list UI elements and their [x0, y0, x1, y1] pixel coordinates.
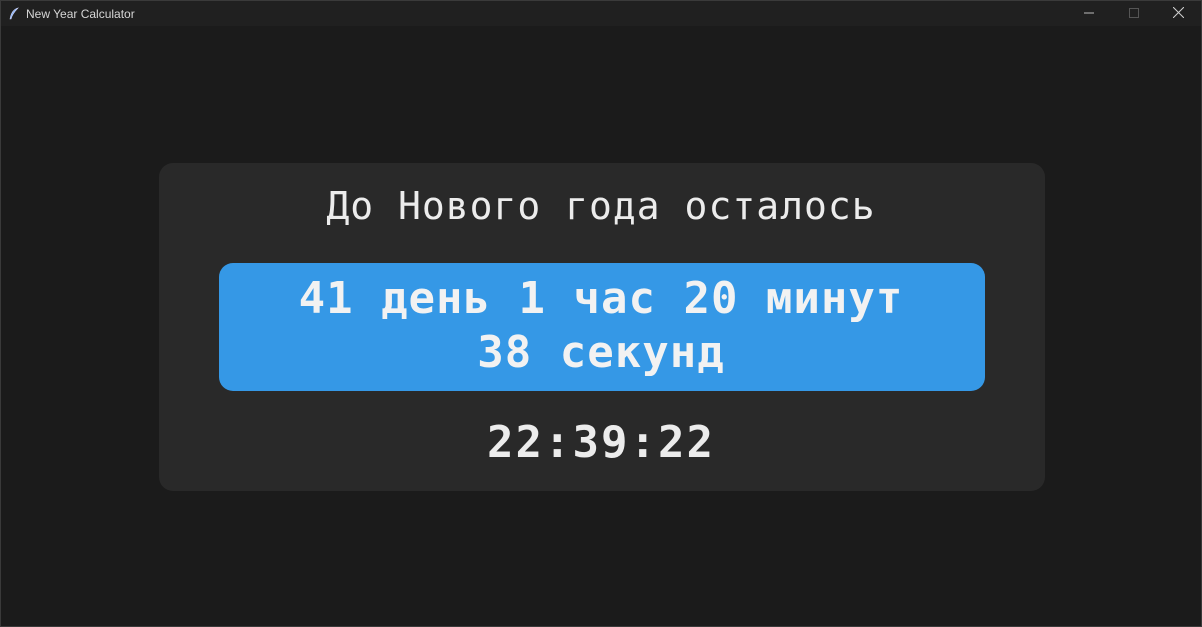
maximize-button[interactable] — [1111, 1, 1156, 26]
close-button[interactable] — [1156, 1, 1201, 26]
minimize-icon — [1083, 5, 1094, 23]
window-title: New Year Calculator — [26, 6, 135, 21]
window-controls — [1066, 1, 1201, 26]
headline: До Нового года осталось — [326, 184, 876, 228]
current-time: 22:39:22 — [487, 417, 715, 468]
feather-icon — [6, 6, 22, 22]
countdown-text-line2: 38 секунд — [477, 327, 725, 378]
maximize-icon — [1128, 5, 1139, 23]
app-window: New Year Calculator До Нового года остал… — [0, 0, 1202, 627]
minimize-button[interactable] — [1066, 1, 1111, 26]
close-icon — [1172, 5, 1185, 23]
countdown-text-line1: 41 день 1 час 20 минут — [298, 273, 904, 324]
title-bar[interactable]: New Year Calculator — [1, 1, 1201, 26]
